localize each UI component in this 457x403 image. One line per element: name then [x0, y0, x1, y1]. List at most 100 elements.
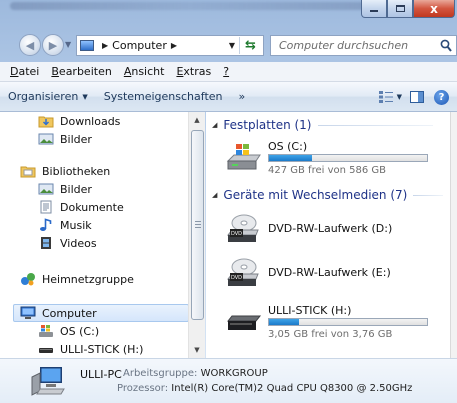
drive-ulli-stick[interactable]: ULLI-STICK (H:) 3,05 GB frei von 3,76 GB [226, 302, 446, 342]
svg-text:DVD: DVD [231, 231, 242, 237]
drive-name: DVD-RW-Laufwerk (E:) [268, 266, 391, 279]
change-view-icon[interactable] [378, 91, 393, 103]
scrollbar-thumb[interactable] [191, 130, 204, 320]
menu-bearbeiten[interactable]: Bearbeiten [45, 65, 117, 78]
details-pane: ULLI-PC Arbeitsgruppe: WORKGROUP Prozess… [0, 358, 457, 403]
dvd-drive-icon: DVD [226, 214, 259, 242]
recent-pages-dropdown[interactable]: ▼ [65, 40, 71, 49]
nav-item-computer[interactable]: Computer [13, 304, 189, 322]
content-scrollbar[interactable] [450, 112, 457, 358]
group-divider [317, 124, 433, 126]
nav-item-heimnetzgruppe[interactable]: Heimnetzgruppe [20, 270, 134, 288]
minimize-button[interactable] [361, 0, 387, 18]
maximize-button[interactable] [387, 0, 413, 18]
drive-dvd-e[interactable]: DVD DVD-RW-Laufwerk (E:) [226, 254, 446, 294]
menu-extras[interactable]: Extras [170, 65, 217, 78]
nav-item-os-c[interactable]: OS (C:) [38, 322, 99, 340]
help-icon[interactable]: ? [434, 89, 449, 105]
drive-usage-fill [269, 319, 300, 325]
downloads-folder-icon [38, 116, 54, 128]
forward-button[interactable]: ▶ [42, 34, 64, 56]
preview-pane-icon[interactable] [410, 91, 424, 103]
group-header-festplatten[interactable]: ◢ Festplatten (1) [212, 118, 433, 132]
refresh-icon: ⇆ [245, 38, 256, 53]
back-button[interactable]: ◀ [19, 34, 41, 56]
content-pane: ◢ Festplatten (1) OS (C:) 427 GB frei vo… [206, 112, 450, 358]
menu-datei[interactable]: Datei [4, 65, 45, 78]
svg-text:DVD: DVD [231, 275, 242, 281]
search-input[interactable] [279, 39, 439, 52]
drive-usage-bar [268, 318, 428, 326]
menu-bar: Datei Bearbeiten Ansicht Extras ? [0, 62, 457, 82]
refresh-button[interactable]: ⇆ [239, 37, 261, 54]
nav-item-dokumente[interactable]: Dokumente [38, 198, 124, 216]
computer-small-icon [80, 40, 94, 51]
nav-label: Videos [60, 236, 97, 250]
nav-label: OS (C:) [60, 324, 100, 338]
back-arrow-icon: ◀ [25, 38, 35, 52]
nav-item-ulli-stick[interactable]: ULLI-STICK (H:) [38, 340, 143, 358]
drive-usage-fill [269, 155, 312, 161]
windows-hard-drive-icon [226, 144, 261, 170]
address-bar[interactable]: ▶ Computer ▶ ▼ ⇆ [76, 35, 264, 56]
drive-name: OS (C:) [268, 140, 308, 153]
search-icon[interactable] [440, 39, 452, 52]
nav-item-bilder-favorite[interactable]: Bilder [38, 130, 92, 148]
navigation-scrollbar[interactable]: ▲ ▼ [188, 112, 205, 358]
nav-item-musik[interactable]: Musik [38, 216, 92, 234]
workgroup-label: Arbeitsgruppe: [123, 368, 198, 379]
nav-label: Downloads [60, 114, 121, 128]
drive-usage-bar [268, 154, 428, 162]
nav-label: ULLI-STICK (H:) [60, 342, 144, 356]
scroll-grip [195, 227, 201, 228]
dvd-drive-icon: DVD [226, 258, 259, 286]
collapse-triangle-icon[interactable]: ◢ [212, 191, 217, 199]
nav-label: Computer [42, 306, 97, 320]
film-strip-icon [41, 237, 51, 249]
processor-value: Intel(R) Core(TM)2 Quad CPU Q8300 @ 2.50… [171, 383, 413, 394]
scroll-down-arrow-icon[interactable]: ▼ [189, 342, 205, 358]
usb-drive-icon [39, 348, 53, 353]
nav-item-bilder[interactable]: Bilder [38, 180, 92, 198]
nav-item-bibliotheken[interactable]: Bibliotheken [20, 162, 110, 180]
drive-name: DVD-RW-Laufwerk (D:) [268, 222, 393, 235]
breadcrumb-separator-icon[interactable]: ▶ [102, 41, 108, 50]
processor-label: Prozessor: [117, 383, 169, 394]
nav-item-videos[interactable]: Videos [38, 234, 97, 252]
group-divider [413, 194, 444, 196]
nav-label: Dokumente [60, 200, 124, 214]
breadcrumb-separator-icon[interactable]: ▶ [171, 41, 177, 50]
libraries-icon [20, 166, 36, 178]
drive-dvd-d[interactable]: DVD DVD-RW-Laufwerk (D:) [226, 210, 446, 250]
breadcrumb-computer[interactable]: Computer [112, 39, 167, 52]
documents-icon [40, 200, 52, 214]
group-title: Geräte mit Wechselmedien (7) [223, 188, 408, 202]
group-header-wechselmedien[interactable]: ◢ Geräte mit Wechselmedien (7) [212, 188, 444, 202]
view-dropdown-icon[interactable]: ▼ [397, 93, 402, 101]
menu-ansicht[interactable]: Ansicht [118, 65, 171, 78]
chevron-down-icon: ▼ [82, 92, 88, 101]
minimize-icon [370, 10, 378, 12]
pictures-icon [38, 133, 54, 145]
drive-free-space: 3,05 GB frei von 3,76 GB [268, 329, 393, 340]
blurred-window-title [10, 2, 370, 10]
scroll-up-arrow-icon[interactable]: ▲ [189, 112, 205, 128]
caption-buttons: x [361, 0, 455, 18]
drive-name: ULLI-STICK (H:) [268, 304, 352, 317]
organize-button[interactable]: Organisieren ▼ [0, 90, 96, 103]
system-properties-button[interactable]: Systemeigenschaften [96, 90, 231, 103]
menu-help[interactable]: ? [217, 65, 235, 78]
nav-item-downloads[interactable]: Downloads [38, 112, 120, 130]
drive-os-c[interactable]: OS (C:) 427 GB frei von 586 GB [226, 138, 446, 178]
drive-free-space: 427 GB frei von 586 GB [268, 165, 387, 176]
processor-row: Prozessor: Intel(R) Core(TM)2 Quad CPU Q… [117, 383, 412, 394]
more-commands-button[interactable]: » [231, 90, 254, 103]
collapse-triangle-icon[interactable]: ◢ [212, 121, 217, 129]
search-box[interactable] [270, 35, 457, 56]
address-dropdown-icon[interactable]: ▼ [229, 41, 235, 50]
music-note-icon [40, 218, 52, 231]
navigation-pane: Downloads Bilder Bibliotheken Bilder Dok… [0, 112, 205, 358]
pictures-icon [38, 183, 54, 195]
close-button[interactable]: x [413, 0, 455, 18]
homegroup-icon [21, 273, 35, 286]
